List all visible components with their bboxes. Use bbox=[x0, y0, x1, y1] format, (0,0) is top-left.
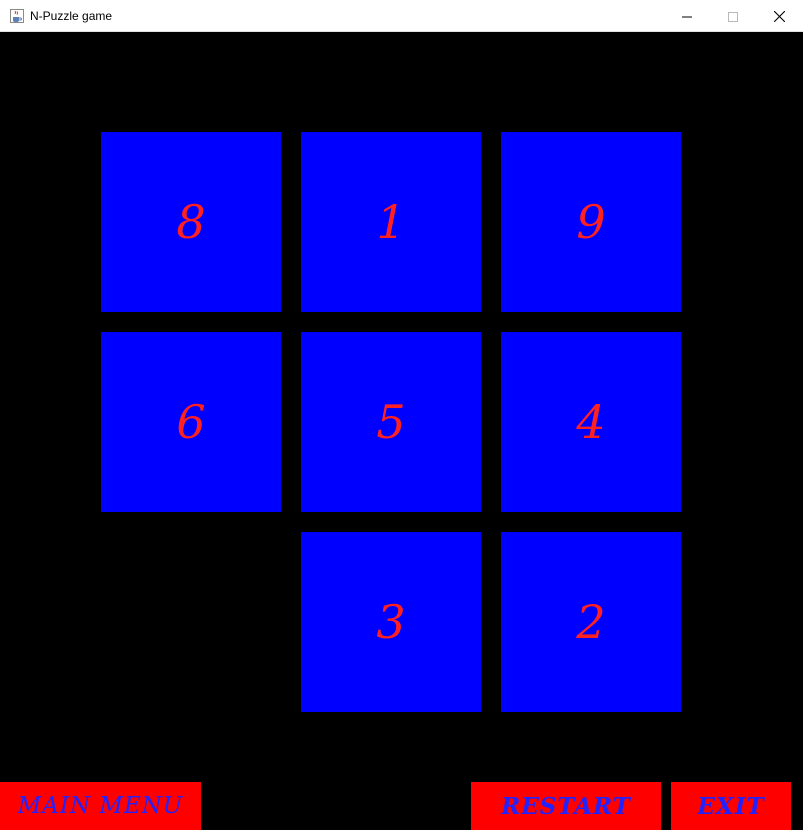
puzzle-tile[interactable]: 8 bbox=[101, 132, 281, 312]
title-bar: N-Puzzle game bbox=[0, 0, 803, 32]
minimize-icon bbox=[682, 7, 692, 26]
tile-number: 8 bbox=[176, 195, 206, 249]
window-title: N-Puzzle game bbox=[30, 9, 113, 23]
tile-number: 3 bbox=[376, 595, 406, 649]
empty-slot[interactable] bbox=[101, 532, 281, 712]
puzzle-tile[interactable]: 3 bbox=[301, 532, 481, 712]
puzzle-tile[interactable]: 1 bbox=[301, 132, 481, 312]
tile-number: 1 bbox=[376, 195, 406, 249]
tile-number: 9 bbox=[576, 195, 606, 249]
tile-number: 2 bbox=[576, 595, 606, 649]
puzzle-board: 8 1 9 6 5 4 3 2 bbox=[101, 132, 681, 712]
tile-number: 6 bbox=[176, 395, 206, 449]
main-menu-button[interactable]: MAIN MENU bbox=[0, 782, 201, 830]
puzzle-tile[interactable]: 2 bbox=[501, 532, 681, 712]
restart-button[interactable]: RESTART bbox=[471, 782, 661, 830]
maximize-button[interactable] bbox=[710, 0, 756, 32]
puzzle-tile[interactable]: 4 bbox=[501, 332, 681, 512]
java-cup-icon bbox=[9, 8, 25, 24]
tile-number: 5 bbox=[376, 395, 406, 449]
maximize-icon bbox=[728, 7, 738, 26]
main-menu-label: MAIN MENU bbox=[17, 793, 184, 819]
puzzle-tile[interactable]: 9 bbox=[501, 132, 681, 312]
exit-button[interactable]: EXIT bbox=[671, 782, 791, 830]
close-icon bbox=[773, 7, 785, 26]
minimize-button[interactable] bbox=[664, 0, 710, 32]
exit-label: EXIT bbox=[697, 792, 765, 820]
restart-label: RESTART bbox=[501, 792, 631, 820]
tile-number: 4 bbox=[576, 395, 606, 449]
app-window: N-Puzzle game 8 1 9 6 5 4 3 2 MAIN MENU RESTART… bbox=[0, 0, 803, 830]
puzzle-tile[interactable]: 6 bbox=[101, 332, 281, 512]
puzzle-tile[interactable]: 5 bbox=[301, 332, 481, 512]
close-button[interactable] bbox=[756, 0, 802, 32]
